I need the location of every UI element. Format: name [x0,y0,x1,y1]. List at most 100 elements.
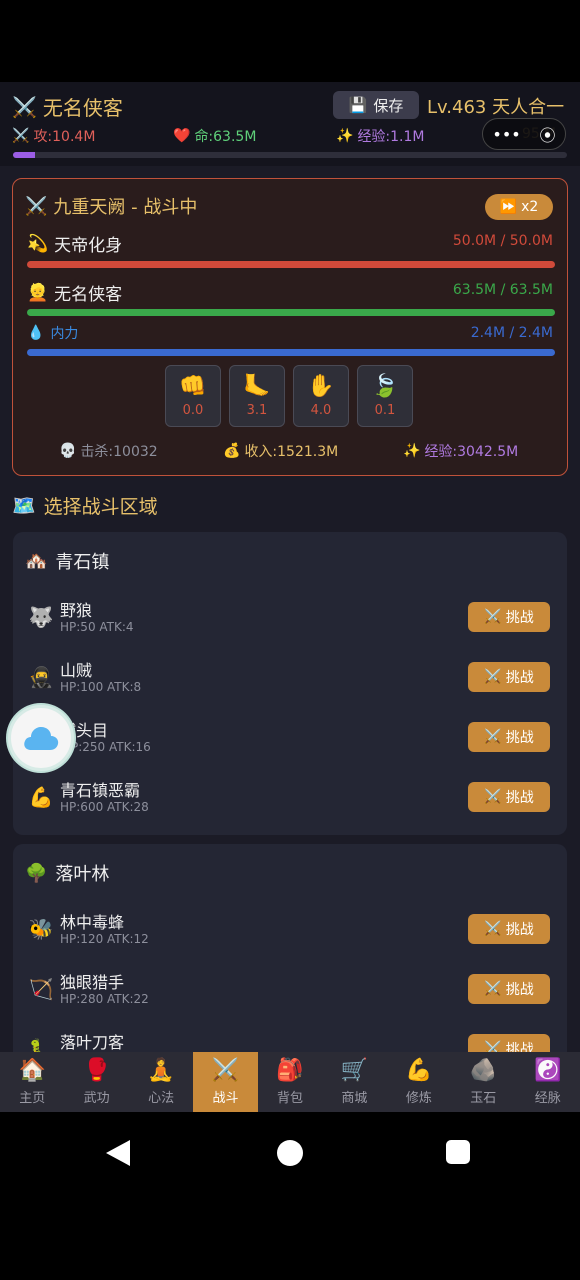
battle-panel: ⚔️ 九重天阙 - 战斗中 ⏩ x2 💫 天帝化身 50.0M / 50.0M … [12,178,568,476]
life-stat: ❤️ 命:63.5M [173,126,256,146]
zone-title: 🏘️ 青石镇 [25,548,109,574]
tab-mind-method[interactable]: 🧘 心法 [129,1052,193,1112]
enemy-name: 独眼猎手 [60,973,125,992]
section-title: 🗺️ 选择战斗区域 [12,492,158,519]
challenge-label: 挑战 [505,670,534,686]
skill-slot-fist[interactable]: 👊 0.0 [165,365,221,427]
skill-slot-palm[interactable]: ✋ 4.0 [293,365,349,427]
enemy-name: 青石镇恶霸 [60,781,141,800]
bee-icon: 🐝 [28,917,54,941]
tab-label: 战斗 [212,1090,239,1106]
system-nav-bar [0,1112,580,1194]
tab-jade[interactable]: 🪨 玉石 [451,1052,515,1112]
sparkles-icon: ✨ [336,128,354,144]
map-icon: 🗺️ [12,495,36,517]
swords-icon: ⚔️ [12,94,37,119]
house-icon: 🏠 [18,1057,46,1083]
cloud-float-button[interactable] [8,705,74,771]
dizzy-icon: 💫 [27,233,49,254]
more-icon[interactable]: ••• [492,125,520,144]
player-name-row: 👱 无名侠客 [27,280,123,306]
swords-icon: ⚔️ [484,729,502,745]
tab-label: 修炼 [405,1090,432,1106]
swords-icon: ⚔️ [484,669,502,685]
challenge-button[interactable]: ⚔️ 挑战 [468,974,550,1004]
skill-cooldown: 0.0 [182,403,204,418]
enemy-stats: P:250 ATK:16 [71,740,151,754]
sparkles-icon: ✨ [403,443,421,459]
swords-icon: ⚔️ [484,981,502,997]
list-item: 🥷 山贼 HP:100 ATK:8 ⚔️ 挑战 [13,655,567,705]
enemy-stats: HP:120 ATK:12 [60,932,149,946]
tab-martial-arts[interactable]: 🥊 武功 [64,1052,128,1112]
mana-text: 2.4M / 2.4M [470,325,553,341]
challenge-label: 挑战 [505,790,534,806]
skill-slot-foot[interactable]: 🦶 3.1 [229,365,285,427]
challenge-button[interactable]: ⚔️ 挑战 [468,722,550,752]
back-icon[interactable] [106,1140,130,1166]
skill-slot-leaf[interactable]: 🍃 0.1 [357,365,413,427]
player-level: Lv.463 天人合一 [427,97,565,118]
shopping-cart-icon: 🛒 [340,1057,369,1083]
challenge-button[interactable]: ⚔️ 挑战 [468,914,550,944]
list-item: 🐝 林中毒蜂 HP:120 ATK:12 ⚔️ 挑战 [13,907,567,957]
challenge-label: 挑战 [505,610,534,626]
enemy-stats: HP:280 ATK:22 [60,992,149,1006]
exp-stat: ✨ 经验:1.1M [336,126,425,146]
fast-forward-icon: ⏩ [499,199,518,215]
tab-home[interactable]: 🏠 主页 [0,1052,64,1112]
tab-label: 玉石 [470,1090,497,1106]
player-title: ⚔️ 无名侠客 [12,92,123,121]
exp-value: 经验:1.1M [357,129,425,145]
enemy-stats: HP:50 ATK:4 [60,620,134,634]
tab-meridians[interactable]: ☯️ 经脉 [516,1052,580,1112]
tab-training[interactable]: 💪 修炼 [387,1052,451,1112]
zone-name: 落叶林 [55,864,110,885]
fist-icon: 👊 [179,374,207,399]
wolf-icon: 🐺 [28,605,54,629]
tree-icon: 🌳 [25,862,48,884]
speed-label: x2 [521,199,539,215]
player-hp-text: 63.5M / 63.5M [452,282,553,298]
battle-title-text: 九重天阙 - 战斗中 [53,197,198,218]
tab-battle[interactable]: ⚔️ 战斗 [193,1052,258,1112]
mana-row: 💧 内力 [27,323,78,343]
exp-progress-fill [13,152,36,158]
attack-stat: ⚔️ 攻:10.4M [12,126,95,146]
speed-toggle-button[interactable]: ⏩ x2 [485,194,553,220]
player-battle-name: 无名侠客 [54,285,123,305]
list-item: 💪 青石镇恶霸 HP:600 ATK:28 ⚔️ 挑战 [13,775,567,825]
enemy-name: 天帝化身 [54,236,123,256]
challenge-button[interactable]: ⚔️ 挑战 [468,602,550,632]
challenge-button[interactable]: ⚔️ 挑战 [468,782,550,812]
palm-icon: ✋ [307,374,335,399]
list-item: 贼头目 P:250 ATK:16 ⚔️ 挑战 [13,715,567,765]
tab-backpack[interactable]: 🎒 背包 [258,1052,322,1112]
save-button[interactable]: 💾 保存 [333,91,419,119]
challenge-label: 挑战 [505,982,534,998]
tab-label: 商城 [341,1090,368,1106]
tab-shop[interactable]: 🛒 商城 [322,1052,386,1112]
recent-apps-icon[interactable] [446,1140,470,1164]
attack-value: 攻:10.4M [33,129,96,145]
player-face-icon: 👱 [27,282,49,303]
zone-title: 🌳 落叶林 [25,860,109,886]
home-icon[interactable] [277,1140,303,1166]
challenge-button[interactable]: ⚔️ 挑战 [468,662,550,692]
enemy-name: 野狼 [60,601,93,620]
swords-icon: ⚔️ [25,195,48,217]
kill-count: 💀 击杀:10032 [59,441,158,461]
flexed-biceps-icon: 💪 [28,785,54,809]
money-bag-icon: 💰 [223,443,241,459]
exp-total-text: 经验:3042.5M [424,444,519,460]
skill-cooldown: 4.0 [310,403,332,418]
list-item: 🏹 独眼猎手 HP:280 ATK:22 ⚔️ 挑战 [13,967,567,1017]
close-target-icon[interactable]: ⦿ [540,122,556,146]
tab-label: 心法 [148,1090,175,1106]
kill-count-text: 击杀:10032 [80,444,158,460]
boxing-glove-icon: 🥊 [82,1057,111,1083]
bottom-tab-bar: 🏠 主页 🥊 武功 🧘 心法 ⚔️ 战斗 🎒 背包 🛒 商城 💪 修炼 🪨 玉石… [0,1052,580,1112]
enemy-hp-bar [27,261,555,268]
enemy-hp-text: 50.0M / 50.0M [452,233,553,249]
life-value: 命:63.5M [194,129,257,145]
